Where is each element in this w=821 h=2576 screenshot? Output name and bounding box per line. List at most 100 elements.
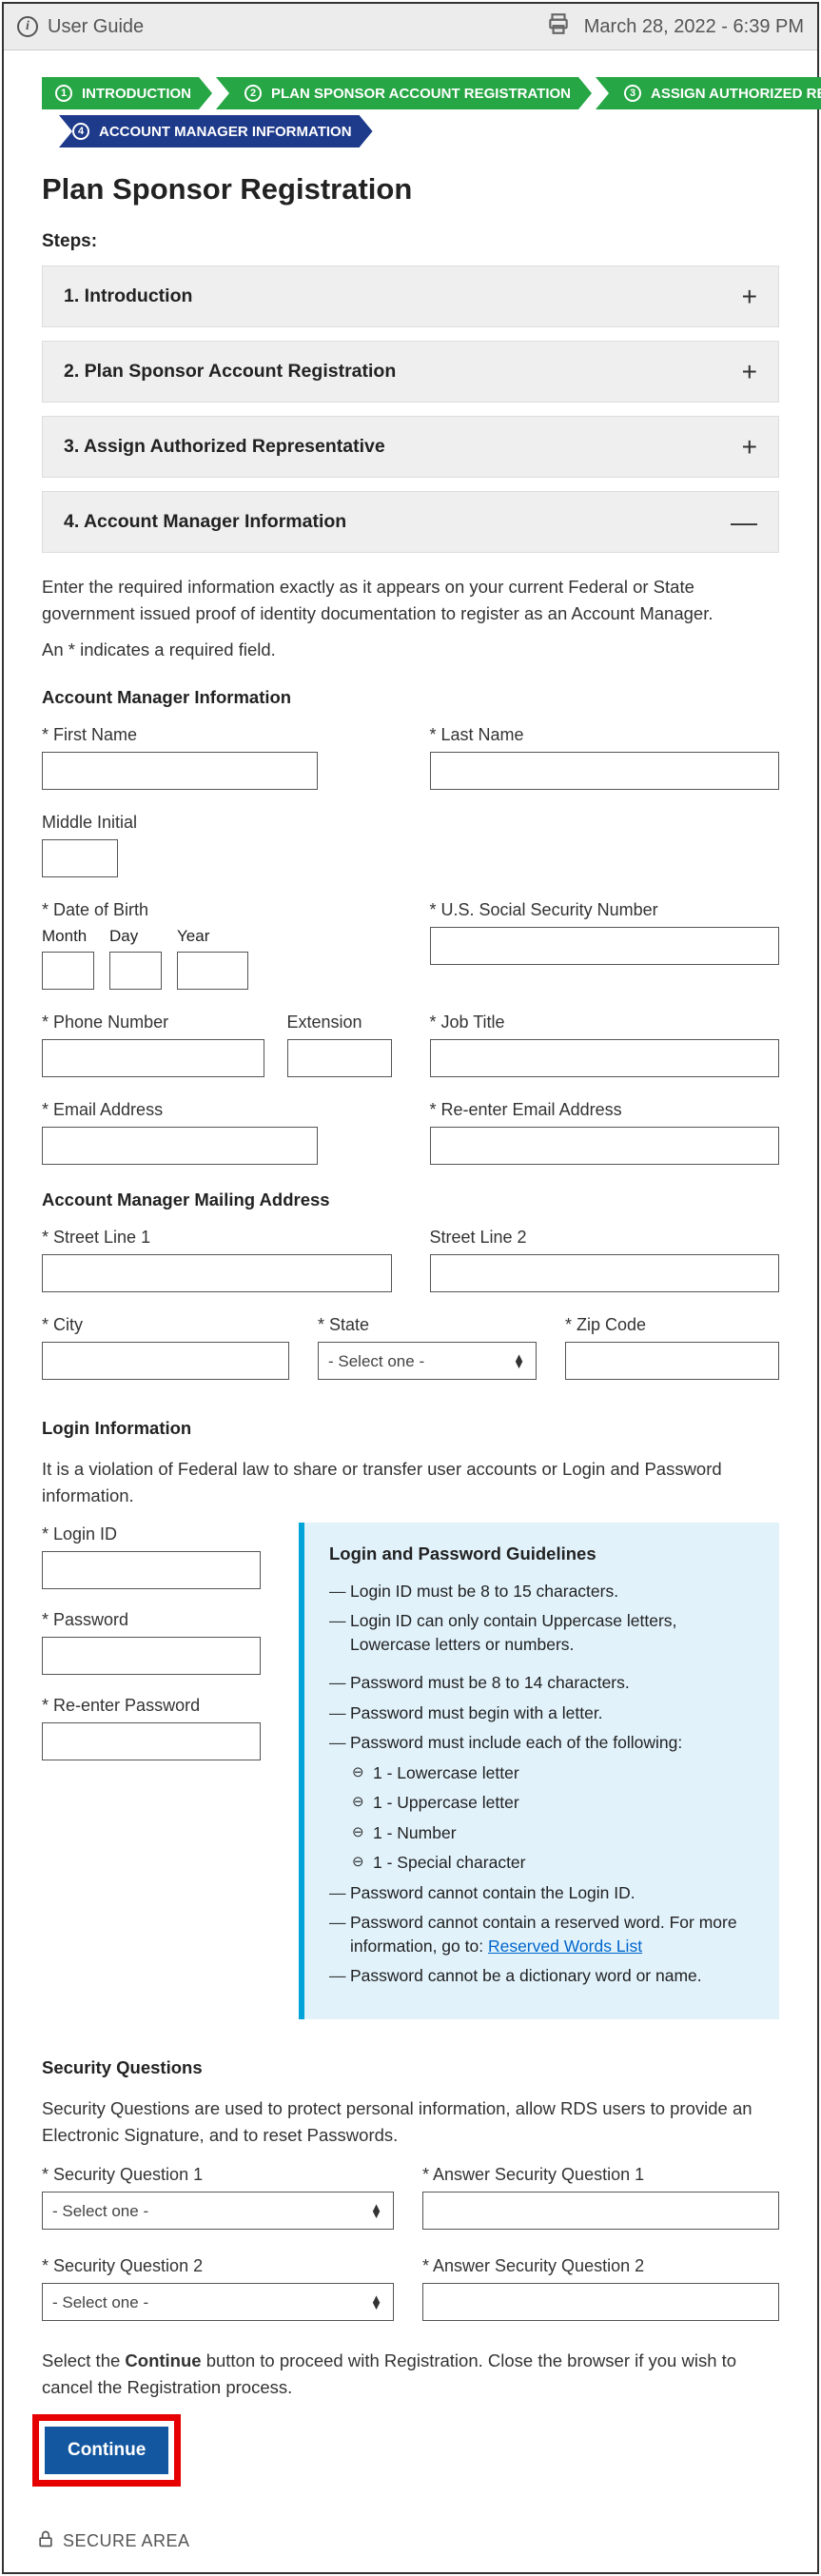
first-name-input[interactable]	[42, 752, 318, 790]
section-login: Login Information	[42, 1418, 779, 1439]
last-name-label: Last Name	[430, 725, 780, 745]
accordion-plan-sponsor[interactable]: 2. Plan Sponsor Account Registration +	[42, 341, 779, 403]
timestamp-label: March 28, 2022 - 6:39 PM	[584, 16, 804, 38]
print-icon[interactable]	[546, 11, 571, 42]
section-mailing-address: Account Manager Mailing Address	[42, 1190, 779, 1210]
expand-icon: +	[742, 365, 757, 379]
sqa2-label: Answer Security Question 2	[422, 2256, 779, 2276]
sq2-select[interactable]: - Select one -	[42, 2283, 394, 2321]
job-title-input[interactable]	[430, 1039, 780, 1077]
street1-label: Street Line 1	[42, 1228, 392, 1248]
ssn-input[interactable]	[430, 927, 780, 965]
dob-month-label: Month	[42, 927, 94, 946]
sq1-select[interactable]: - Select one -	[42, 2192, 394, 2230]
login-violation-text: It is a violation of Federal law to shar…	[42, 1456, 779, 1509]
ssn-label: U.S. Social Security Number	[430, 900, 780, 920]
continue-button[interactable]: Continue	[45, 2427, 168, 2474]
guideline-subitem: 1 - Number	[329, 1821, 754, 1845]
page-title: Plan Sponsor Registration	[42, 172, 779, 206]
middle-initial-input[interactable]	[42, 839, 118, 877]
continue-highlight: Continue	[32, 2414, 181, 2487]
guideline-item: Login ID must be 8 to 15 characters.	[329, 1580, 754, 1603]
reemail-input[interactable]	[430, 1127, 780, 1165]
required-hint: An * indicates a required field.	[42, 637, 779, 663]
guideline-item: Login ID can only contain Uppercase lett…	[329, 1609, 754, 1656]
main-content: 1INTRODUCTION 2PLAN SPONSOR ACCOUNT REGI…	[4, 50, 817, 2525]
sq-description: Security Questions are used to protect p…	[42, 2095, 779, 2149]
collapse-icon: —	[731, 516, 757, 529]
guideline-item: Password must begin with a letter.	[329, 1701, 754, 1725]
reemail-label: Re-enter Email Address	[430, 1100, 780, 1120]
info-icon: i	[17, 16, 38, 37]
intro-text: Enter the required information exactly a…	[42, 574, 779, 627]
first-name-label: First Name	[42, 725, 392, 745]
dob-day-input[interactable]	[109, 952, 162, 990]
zip-input[interactable]	[565, 1342, 779, 1380]
wizard-step-4[interactable]: 4ACCOUNT MANAGER INFORMATION	[59, 115, 373, 147]
street1-input[interactable]	[42, 1254, 392, 1292]
accordion-title: 4. Account Manager Information	[64, 511, 731, 533]
repassword-label: Re-enter Password	[42, 1696, 261, 1716]
accordion-title: 1. Introduction	[64, 285, 742, 307]
accordion-account-manager[interactable]: 4. Account Manager Information —	[42, 491, 779, 553]
extension-label: Extension	[287, 1013, 392, 1032]
app-frame: i User Guide March 28, 2022 - 6:39 PM 1I…	[2, 2, 819, 2574]
street2-input[interactable]	[430, 1254, 780, 1292]
dob-label: Date of Birth	[42, 900, 392, 920]
wizard-progress: 1INTRODUCTION 2PLAN SPONSOR ACCOUNT REGI…	[42, 77, 779, 147]
state-select[interactable]: - Select one -	[318, 1342, 537, 1380]
phone-label: Phone Number	[42, 1013, 264, 1032]
city-input[interactable]	[42, 1342, 289, 1380]
dob-month-input[interactable]	[42, 952, 94, 990]
last-name-input[interactable]	[430, 752, 780, 790]
steps-label: Steps:	[42, 231, 779, 252]
accordion-assign-rep[interactable]: 3. Assign Authorized Representative +	[42, 416, 779, 478]
continue-instruction: Select the Continue button to proceed wi…	[42, 2348, 779, 2401]
guidelines-title: Login and Password Guidelines	[329, 1544, 754, 1564]
wizard-step-1[interactable]: 1INTRODUCTION	[42, 77, 212, 109]
dob-day-label: Day	[109, 927, 162, 946]
sqa1-input[interactable]	[422, 2192, 779, 2230]
accordion-title: 3. Assign Authorized Representative	[64, 436, 742, 458]
guidelines-panel: Login and Password Guidelines Login ID m…	[299, 1523, 779, 2019]
expand-icon: +	[742, 441, 757, 454]
email-input[interactable]	[42, 1127, 318, 1165]
sqa2-input[interactable]	[422, 2283, 779, 2321]
street2-label: Street Line 2	[430, 1228, 780, 1248]
guideline-item: Password cannot contain a reserved word.…	[329, 1911, 754, 1957]
password-label: Password	[42, 1610, 261, 1630]
wizard-step-2[interactable]: 2PLAN SPONSOR ACCOUNT REGISTRATION	[216, 77, 592, 109]
sq2-label: Security Question 2	[42, 2256, 394, 2276]
guideline-subitem: 1 - Lowercase letter	[329, 1761, 754, 1785]
dob-year-input[interactable]	[177, 952, 248, 990]
topbar: i User Guide March 28, 2022 - 6:39 PM	[4, 4, 817, 50]
reserved-words-link[interactable]: Reserved Words List	[488, 1937, 642, 1956]
login-id-input[interactable]	[42, 1551, 261, 1589]
middle-initial-label: Middle Initial	[42, 813, 779, 833]
guideline-item: Password must include each of the follow…	[329, 1731, 754, 1755]
sqa1-label: Answer Security Question 1	[422, 2165, 779, 2185]
password-input[interactable]	[42, 1637, 261, 1675]
secure-label: SECURE AREA	[63, 2531, 190, 2551]
guideline-item: Password cannot be a dictionary word or …	[329, 1964, 754, 1988]
guideline-subitem: 1 - Special character	[329, 1851, 754, 1875]
zip-label: Zip Code	[565, 1315, 779, 1335]
lock-icon	[36, 2528, 55, 2555]
login-id-label: Login ID	[42, 1524, 261, 1544]
phone-input[interactable]	[42, 1039, 264, 1077]
accordion-title: 2. Plan Sponsor Account Registration	[64, 361, 742, 383]
dob-year-label: Year	[177, 927, 248, 946]
user-guide-link[interactable]: User Guide	[48, 16, 144, 38]
guideline-subitem: 1 - Uppercase letter	[329, 1791, 754, 1815]
guideline-item: Password cannot contain the Login ID.	[329, 1881, 754, 1905]
email-label: Email Address	[42, 1100, 392, 1120]
repassword-input[interactable]	[42, 1722, 261, 1760]
extension-input[interactable]	[287, 1039, 392, 1077]
sq1-label: Security Question 1	[42, 2165, 394, 2185]
expand-icon: +	[742, 290, 757, 304]
accordion-introduction[interactable]: 1. Introduction +	[42, 265, 779, 327]
guideline-item: Password must be 8 to 14 characters.	[329, 1671, 754, 1695]
city-label: City	[42, 1315, 289, 1335]
state-label: State	[318, 1315, 537, 1335]
wizard-step-3[interactable]: 3ASSIGN AUTHORIZED REPRESENTATIVE	[596, 77, 821, 109]
